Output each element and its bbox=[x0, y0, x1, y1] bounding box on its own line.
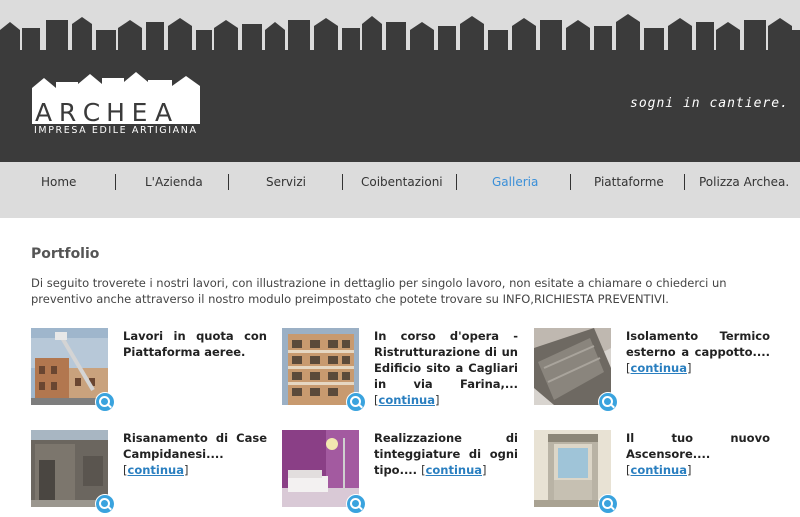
archea-logo[interactable]: ARCHEA IMPRESA EDILE ARTIGIANA bbox=[30, 68, 205, 138]
portfolio-thumbnail-ascensore[interactable] bbox=[534, 430, 611, 507]
portfolio-thumbnail-ristrutturazione[interactable] bbox=[282, 328, 359, 405]
portfolio-item: Il tuo nuovo Ascensore.... [continua] bbox=[534, 430, 770, 514]
nav-divider bbox=[115, 174, 116, 190]
site-header: ARCHEA IMPRESA EDILE ARTIGIANA sogni in … bbox=[0, 0, 800, 162]
nav-divider bbox=[684, 174, 685, 190]
zoom-in-icon[interactable] bbox=[346, 392, 366, 412]
nav-polizza[interactable]: Polizza Archea. bbox=[699, 175, 789, 189]
logo-letter: A bbox=[34, 98, 56, 127]
portfolio-item-title[interactable]: Realizzazione di tinteggiature di ogni t… bbox=[374, 430, 518, 478]
intro-text: Di seguito troverete i nostri lavori, co… bbox=[31, 276, 727, 306]
portfolio-thumbnail-campidanesi[interactable] bbox=[31, 430, 108, 507]
portfolio-item: Lavori in quota con Piattaforma aeree. bbox=[31, 328, 267, 412]
portfolio-item: Realizzazione di tinteggiature di ogni t… bbox=[282, 430, 518, 514]
continue-link-wrapper: [continua] bbox=[123, 463, 189, 477]
continue-link[interactable]: continua bbox=[426, 463, 482, 477]
logo-letter: C bbox=[82, 98, 104, 127]
portfolio-item: In corso d'opera - Ristrutturazione di u… bbox=[282, 328, 518, 412]
zoom-in-icon[interactable] bbox=[95, 494, 115, 514]
nav-divider bbox=[570, 174, 571, 190]
portfolio-item-title[interactable]: Isolamento Termico esterno a cappotto...… bbox=[626, 328, 770, 376]
nav-servizi[interactable]: Servizi bbox=[266, 175, 306, 189]
portfolio-item: Isolamento Termico esterno a cappotto...… bbox=[534, 328, 770, 412]
logo-letter: H bbox=[106, 98, 128, 127]
continue-link-wrapper: [continua] bbox=[626, 463, 692, 477]
portfolio-item-title-text[interactable]: Isolamento Termico esterno a cappotto...… bbox=[626, 329, 770, 359]
portfolio-thumbnail-tinteggiature[interactable] bbox=[282, 430, 359, 507]
portfolio-item: Risanamento di Case Campidanesi.... [con… bbox=[31, 430, 267, 514]
continue-link[interactable]: continua bbox=[128, 463, 184, 477]
portfolio-item-title[interactable]: Risanamento di Case Campidanesi.... [con… bbox=[123, 430, 267, 478]
continue-link[interactable]: continua bbox=[631, 361, 687, 375]
zoom-in-icon[interactable] bbox=[598, 494, 618, 514]
site-tagline: sogni in cantiere. bbox=[630, 96, 789, 111]
nav-divider bbox=[456, 174, 457, 190]
portfolio-thumbnail-isolamento[interactable] bbox=[534, 328, 611, 405]
logo-letter: R bbox=[58, 98, 80, 127]
main-navigation: Home L'Azienda Servizi Coibentazioni Gal… bbox=[0, 162, 800, 218]
logo-subtitle: IMPRESA EDILE ARTIGIANA bbox=[34, 125, 198, 136]
portfolio-item-title-text[interactable]: Risanamento di Case Campidanesi.... bbox=[123, 431, 267, 461]
logo-letter: A bbox=[154, 98, 176, 127]
portfolio-item-title[interactable]: Il tuo nuovo Ascensore.... [continua] bbox=[626, 430, 770, 478]
portfolio-thumbnail-piattaforma[interactable] bbox=[31, 328, 108, 405]
nav-piattaforme[interactable]: Piattaforme bbox=[594, 175, 664, 189]
portfolio-item-title[interactable]: In corso d'opera - Ristrutturazione di u… bbox=[374, 328, 518, 408]
logo-letter: E bbox=[131, 98, 151, 127]
logo-wordmark: ARCHEA bbox=[33, 98, 177, 127]
zoom-in-icon[interactable] bbox=[346, 494, 366, 514]
nav-home[interactable]: Home bbox=[41, 175, 76, 189]
continue-link[interactable]: continua bbox=[379, 393, 435, 407]
continue-link-wrapper: [continua] bbox=[626, 361, 692, 375]
portfolio-item-title[interactable]: Lavori in quota con Piattaforma aeree. bbox=[123, 328, 267, 360]
zoom-in-icon[interactable] bbox=[95, 392, 115, 412]
nav-coibentazioni[interactable]: Coibentazioni bbox=[361, 175, 443, 189]
zoom-in-icon[interactable] bbox=[598, 392, 618, 412]
nav-divider bbox=[342, 174, 343, 190]
continue-link-wrapper: [continua] bbox=[374, 393, 440, 407]
continue-link[interactable]: continua bbox=[631, 463, 687, 477]
page-title: Portfolio bbox=[31, 246, 100, 262]
nav-divider bbox=[228, 174, 229, 190]
nav-azienda[interactable]: L'Azienda bbox=[145, 175, 203, 189]
nav-galleria[interactable]: Galleria bbox=[492, 175, 538, 189]
portfolio-item-title-text[interactable]: In corso d'opera - Ristrutturazione di u… bbox=[374, 329, 518, 391]
continue-link-wrapper: [continua] bbox=[421, 463, 487, 477]
portfolio-item-title-text[interactable]: Il tuo nuovo Ascensore.... bbox=[626, 431, 770, 461]
